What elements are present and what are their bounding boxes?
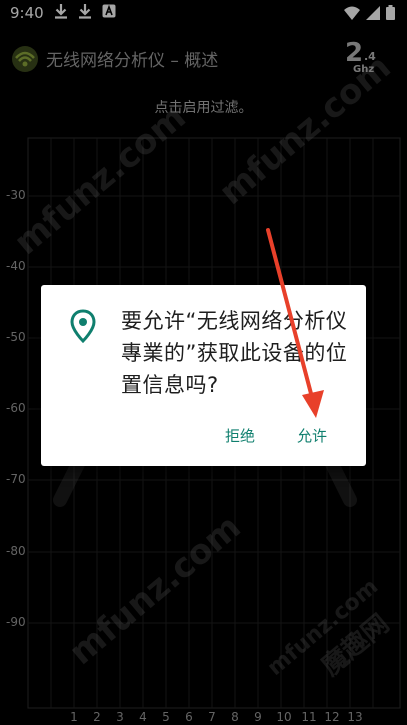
dialog-message: 要允许“无线网络分析仪專業的”获取此设备的位置信息吗? (121, 309, 348, 397)
allow-button[interactable]: 允许 (297, 425, 327, 446)
deny-button[interactable]: 拒绝 (225, 425, 255, 446)
location-pin-icon (69, 309, 97, 344)
location-permission-dialog: 要允许“无线网络分析仪專業的”获取此设备的位置信息吗? 拒绝 允许 (41, 285, 366, 466)
